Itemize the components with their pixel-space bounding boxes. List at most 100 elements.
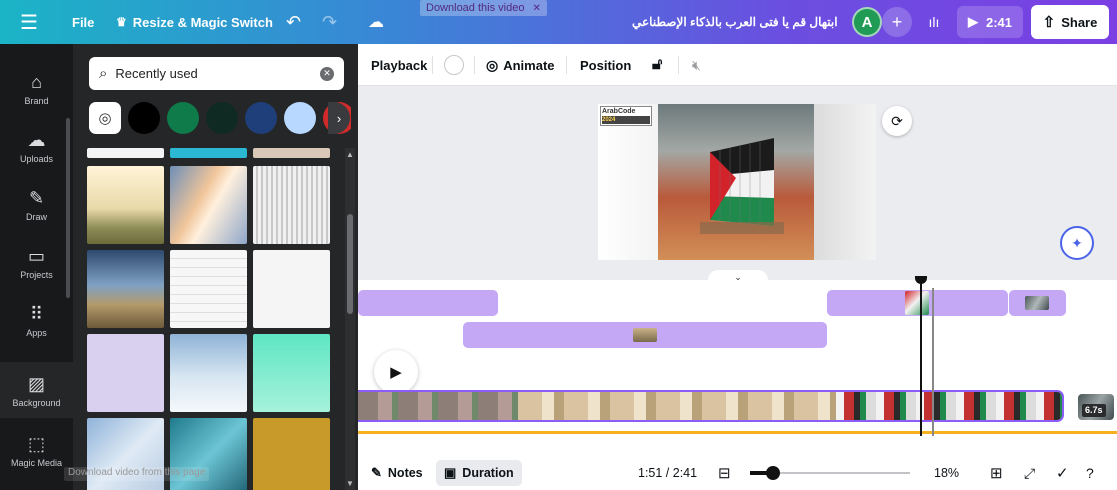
scroll-down-icon[interactable]: ▼ <box>346 479 354 488</box>
download-video-overlay[interactable]: Download this video ✕ <box>420 0 547 16</box>
duration-label: Duration <box>462 466 514 480</box>
rail-item-background[interactable]: ▨ Background <box>0 362 73 418</box>
present-play-button[interactable]: ▶ 2:41 <box>957 6 1023 38</box>
insights-chart-icon[interactable]: ılı <box>918 7 950 37</box>
search-bar[interactable]: ⌕ Recently used ✕ <box>89 57 344 90</box>
left-rail: ⌂ Brand ☁ Uploads ✎ Draw ▭ Projects ⠿ Ap… <box>0 44 73 490</box>
rail-label: Magic Media <box>10 458 63 468</box>
duration-button[interactable]: ▣ Duration <box>436 460 522 486</box>
rail-item-draw[interactable]: ✎ Draw <box>0 188 73 222</box>
swatch-light-blue[interactable] <box>284 102 316 134</box>
zoom-slider-handle[interactable] <box>766 466 780 480</box>
design-page[interactable]: ArabCode 2024 <box>598 104 876 260</box>
palette-icon[interactable]: ◎ <box>89 102 121 134</box>
background-thumb[interactable] <box>253 250 330 328</box>
help-icon[interactable]: ? <box>1086 456 1094 490</box>
brand-icon: ⌂ <box>31 72 42 92</box>
background-thumb[interactable] <box>253 418 330 490</box>
design-title[interactable]: ابتهال قم يا فتى العرب بالذكاء الإصطناعي <box>632 0 838 44</box>
redo-icon[interactable]: ↷ <box>322 0 337 44</box>
flag-wall-image <box>700 138 784 234</box>
position-button[interactable]: Position <box>580 44 631 86</box>
download-video-overlay-bottom[interactable]: Download video from this page <box>64 467 210 481</box>
rail-item-uploads[interactable]: ☁ Uploads <box>0 130 73 164</box>
background-thumb[interactable] <box>87 334 164 412</box>
audio-clip[interactable] <box>827 290 1008 316</box>
check-circle-icon[interactable]: ✓ <box>1056 456 1069 490</box>
magic-sparkle-icon[interactable]: ✦ <box>1060 226 1094 260</box>
timeline-play-button[interactable]: ▶ <box>374 350 418 394</box>
fullscreen-icon[interactable]: ⤢ <box>1024 456 1035 490</box>
clear-search-icon[interactable]: ✕ <box>320 66 334 81</box>
playback-button[interactable]: Playback <box>371 44 427 86</box>
clip-frames <box>836 392 1062 420</box>
background-thumb[interactable] <box>170 148 247 158</box>
swatch-green[interactable] <box>167 102 199 134</box>
color-circle-button[interactable] <box>444 44 464 86</box>
rail-item-brand[interactable]: ⌂ Brand <box>0 72 73 106</box>
mute-icon[interactable]: 🔇︎ <box>692 44 701 86</box>
scroll-up-icon[interactable]: ▲ <box>346 150 354 159</box>
background-thumb[interactable] <box>253 166 330 244</box>
grid-view-icon[interactable]: ⊞ <box>990 456 1003 490</box>
panel-scrollbar[interactable]: ▲ ▼ <box>345 148 355 490</box>
crown-sparkle-icon: ♛ <box>116 15 127 29</box>
color-circle-icon <box>444 55 464 75</box>
audio-clip[interactable] <box>358 290 498 316</box>
background-thumb[interactable] <box>170 166 247 244</box>
hamburger-menu-icon[interactable]: ☰ <box>20 0 38 44</box>
rail-item-magic-media[interactable]: ⬚ Magic Media <box>0 434 73 468</box>
folder-icon: ▭ <box>27 246 45 266</box>
rail-item-projects[interactable]: ▭ Projects <box>0 246 73 280</box>
rail-item-apps[interactable]: ⠿ Apps <box>0 304 73 338</box>
close-icon[interactable]: ✕ <box>532 3 540 14</box>
play-time: 2:41 <box>985 14 1013 30</box>
video-track[interactable] <box>358 390 1064 422</box>
playhead-handle[interactable] <box>915 276 927 284</box>
background-panel: ⌕ Recently used ✕ ◎ › ▲ ▼ <box>73 44 358 490</box>
resize-magic-switch-button[interactable]: ♛ Resize & Magic Switch <box>116 0 273 44</box>
playhead[interactable] <box>920 280 922 436</box>
background-thumb[interactable] <box>170 250 247 328</box>
share-button[interactable]: ⇧ Share <box>1031 5 1109 39</box>
color-swatches: ◎ <box>89 102 351 136</box>
bottom-bar: ✎ Notes ▣ Duration 1:51 / 2:41 ⊟ 18% ⊞ ⤢… <box>358 456 1117 490</box>
search-input[interactable]: Recently used <box>115 66 320 81</box>
swatch-navy[interactable] <box>245 102 277 134</box>
duration-play-icon: ▣ <box>444 465 457 480</box>
clip-thumbnail <box>633 328 657 342</box>
scroll-thumb[interactable] <box>347 214 353 314</box>
swatch-black[interactable] <box>128 102 160 134</box>
invite-plus-icon[interactable]: + <box>882 7 912 37</box>
logo-text: ArabCode <box>602 108 636 115</box>
file-menu-button[interactable]: File <box>72 0 94 44</box>
animate-label: Animate <box>503 57 555 73</box>
background-thumb[interactable] <box>87 250 164 328</box>
cloud-saved-icon[interactable]: ☁ <box>368 0 384 44</box>
audio-clip[interactable] <box>463 322 827 348</box>
time-readout: 1:51 / 2:41 <box>638 466 698 480</box>
background-thumb[interactable] <box>170 334 247 412</box>
clip-frames <box>518 392 836 420</box>
audio-clip[interactable] <box>1009 290 1066 316</box>
background-thumb[interactable] <box>87 148 164 158</box>
zoom-level[interactable]: 18% <box>934 456 959 490</box>
background-thumb[interactable] <box>253 148 330 158</box>
draw-pen-icon: ✎ <box>28 188 45 208</box>
background-thumb[interactable] <box>87 166 164 244</box>
notes-button[interactable]: ✎ Notes <box>371 456 423 490</box>
background-thumb[interactable] <box>253 334 330 412</box>
audio-progress-line <box>358 431 1117 434</box>
swatch-dark-green[interactable] <box>206 102 238 134</box>
animate-button[interactable]: ◎ Animate <box>486 44 555 86</box>
share-label: Share <box>1061 14 1098 30</box>
add-comment-icon[interactable]: ⟳ <box>882 106 912 136</box>
background-grid <box>87 148 332 490</box>
logo-year: 2024 <box>602 116 650 124</box>
lock-icon[interactable]: 🔓︎ <box>652 44 662 86</box>
undo-icon[interactable]: ↶ <box>286 0 301 44</box>
user-avatar[interactable]: A <box>852 7 882 37</box>
thumbnail-view-icon[interactable]: ⊟ <box>718 456 731 490</box>
ai-artwork-image[interactable] <box>658 104 814 260</box>
rail-scrollbar[interactable] <box>66 118 70 298</box>
